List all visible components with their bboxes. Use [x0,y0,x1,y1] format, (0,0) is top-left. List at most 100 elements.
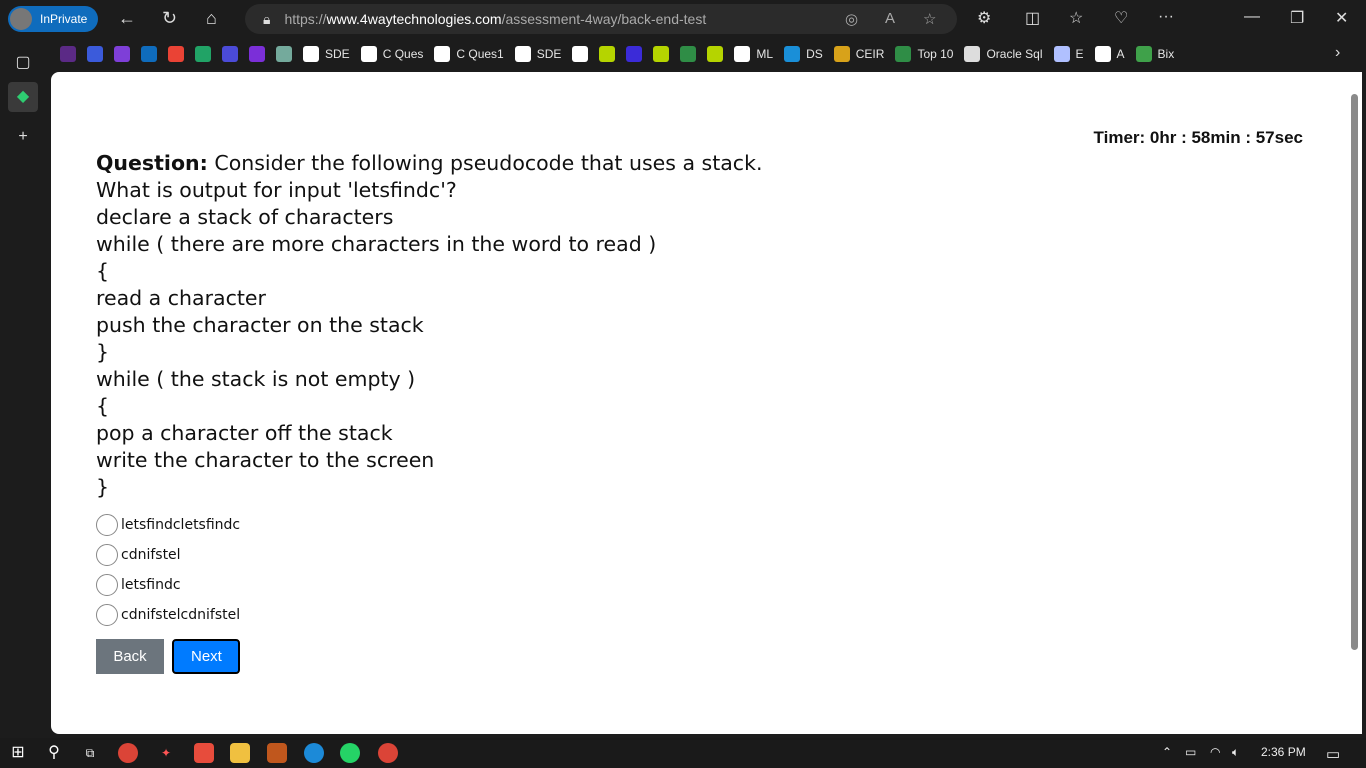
minimize-icon[interactable]: — [1244,8,1260,26]
option-3[interactable]: letsfindc [96,570,240,600]
bookmark-item[interactable] [599,46,616,62]
bookmark-item[interactable]: C Ques1 [434,46,504,62]
bookmark-item[interactable]: C Ques [360,46,423,62]
bookmark-item[interactable] [653,46,670,62]
tracking-prevention-icon[interactable]: ◎ [845,10,858,28]
bookmark-item[interactable] [572,46,589,62]
option-label: letsfindc [121,577,181,593]
bookmark-item[interactable] [249,46,265,62]
restore-icon[interactable]: ❐ [1290,8,1304,28]
sublime-icon[interactable] [267,743,287,763]
tab-actions-icon[interactable]: ▢ [8,48,38,78]
extensions-icon[interactable]: ⚙ [977,8,991,28]
bookmark-item[interactable] [276,46,292,62]
bookmark-item[interactable]: DS [784,46,823,62]
back-button[interactable]: Back [96,639,164,674]
browser-essentials-icon[interactable]: ♡ [1114,8,1128,28]
profile-label: InPrivate [40,12,88,26]
next-button[interactable]: Next [172,639,240,674]
question-line: read a character [96,286,266,310]
bookmark-item[interactable]: E [1053,46,1084,62]
bookmark-item[interactable]: A [1094,46,1125,62]
option-2[interactable]: cdnifstel [96,540,240,570]
bookmark-item[interactable] [114,46,130,62]
bookmark-label: SDE [325,47,350,61]
task-view-icon[interactable]: ⧉ [80,743,100,763]
question-line: { [96,259,110,283]
snake-icon [707,46,724,62]
clock[interactable]: 2:36 PM [1261,745,1306,759]
new-tab-plus-icon[interactable]: + [8,122,38,152]
inprivate-badge[interactable]: InPrivate [8,6,98,32]
chrome-icon[interactable] [118,743,138,763]
question-line: Consider the following pseudocode that u… [214,151,763,175]
bookmark-item[interactable] [195,46,211,62]
radio-button[interactable] [96,544,118,566]
app-icon[interactable]: ✦ [156,743,176,763]
scrollbar-thumb[interactable] [1351,94,1358,650]
option-label: cdnifstel [121,547,181,563]
bookmark-item[interactable] [87,46,103,62]
bookmark-item[interactable]: ML [734,46,773,62]
bookmarks-bar: SDE C Ques C Ques1 SDE ML DS CEIR Top 10 Oracle … [60,42,1185,66]
more-icon[interactable]: ··· [1158,8,1174,26]
green-plus-icon [195,46,211,62]
github-icon [303,46,319,62]
windows-start-icon[interactable]: ⊞ [8,743,28,763]
bookmark-item[interactable] [707,46,724,62]
split-screen-icon[interactable]: ◫ [1025,8,1040,28]
bookmark-item[interactable]: Bix [1135,46,1174,62]
show-hidden-icons-chevron-icon[interactable]: ⌃ [1162,745,1172,759]
notifications-icon[interactable]: ▭ [1326,745,1340,763]
radio-button[interactable] [96,514,118,536]
option-1[interactable]: letsfindcletsfindc [96,510,240,540]
bookmark-item[interactable]: Oracle Sql [964,46,1043,62]
bookmark-item[interactable]: CEIR [833,46,884,62]
bookmark-item[interactable]: SDE [303,46,350,62]
read-aloud-icon[interactable]: A [885,10,895,27]
bookmark-item[interactable]: SDE [514,46,561,62]
radio-button[interactable] [96,574,118,596]
bookmark-item[interactable] [222,46,238,62]
back-arrow-icon[interactable]: ← [118,8,136,29]
chrome-icon[interactable] [378,743,398,763]
bookmarks-more-chevron-icon[interactable]: › [1335,44,1340,62]
favorite-star-icon[interactable]: ☆ [923,10,936,28]
gfg-icon [680,46,697,62]
bookmark-item[interactable] [168,46,184,62]
whatsapp-icon[interactable] [340,743,360,763]
radio-button[interactable] [96,604,118,626]
bookmark-item[interactable]: Top 10 [895,46,953,62]
file-explorer-icon[interactable] [230,743,250,763]
page-scrollbar[interactable] [1348,72,1362,734]
bookmark-item[interactable] [626,46,643,62]
option-4[interactable]: cdnifstelcdnifstel [96,600,240,630]
address-bar[interactable]: 🔒︎ https://www.4waytechnologies.com/asse… [245,4,957,34]
edge-icon[interactable] [304,743,324,763]
tree-icon [1135,46,1152,62]
volume-icon[interactable]: 🔈︎ [1232,745,1239,760]
bookmark-label: Oracle Sql [986,47,1043,61]
question-line: } [96,475,110,499]
purple-logo-icon [60,46,76,62]
search-icon[interactable]: ⚲ [44,743,64,763]
url-path: /assessment-4way/back-end-test [501,11,707,27]
bookmark-item[interactable] [141,46,157,62]
gfg-icon [895,46,912,62]
home-icon[interactable]: ⌂ [206,8,217,29]
anydesk-icon[interactable] [194,743,214,763]
browser-toolbar: InPrivate ← ↻ ⌂ 🔒︎ https://www.4waytechn… [0,0,1366,38]
active-tab-icon[interactable]: ◆ [8,82,38,112]
close-icon[interactable]: ✕ [1335,8,1348,28]
wifi-icon[interactable]: ◠ [1210,745,1220,759]
bookmark-item[interactable] [60,46,76,62]
battery-icon[interactable]: ▭ [1185,745,1196,759]
refresh-icon[interactable]: ↻ [162,8,177,29]
snake-icon [599,46,616,62]
swirl-icon [222,46,238,62]
taskbar: ⊞ ⚲ ⧉ ✦ ⌃ ▭ ◠ 🔈︎ 2:36 PM ▭ [0,738,1366,768]
y-icon [249,46,265,62]
bookmark-item[interactable] [680,46,697,62]
bookmark-label: DS [806,47,823,61]
favorites-icon[interactable]: ☆ [1069,8,1083,28]
